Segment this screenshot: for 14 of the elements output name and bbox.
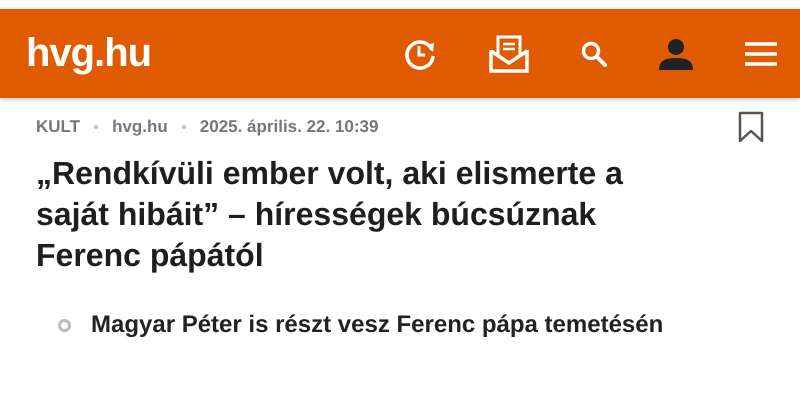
user-icon[interactable] <box>658 38 694 70</box>
bookmark-icon[interactable] <box>738 111 764 143</box>
separator-dot <box>182 125 186 129</box>
publish-date: 2025. április. 22. 10:39 <box>200 117 378 137</box>
article-headline: „Rendkívüli ember volt, aki elismerte a saját hibáit” – hírességek búcsúznak Ferenc pápától <box>36 154 624 275</box>
search-icon[interactable] <box>580 40 608 68</box>
source-label: hvg.hu <box>112 117 168 137</box>
section-label[interactable]: KULT <box>36 117 80 137</box>
related-article-link[interactable]: Magyar Péter is részt vesz Ferenc pápa temetésén <box>91 311 664 339</box>
menu-icon[interactable] <box>744 40 778 66</box>
separator-dot <box>94 125 98 129</box>
bullet-icon <box>58 318 71 332</box>
newsletter-icon[interactable] <box>488 34 530 74</box>
site-logo[interactable]: hvg.hu <box>26 31 152 76</box>
